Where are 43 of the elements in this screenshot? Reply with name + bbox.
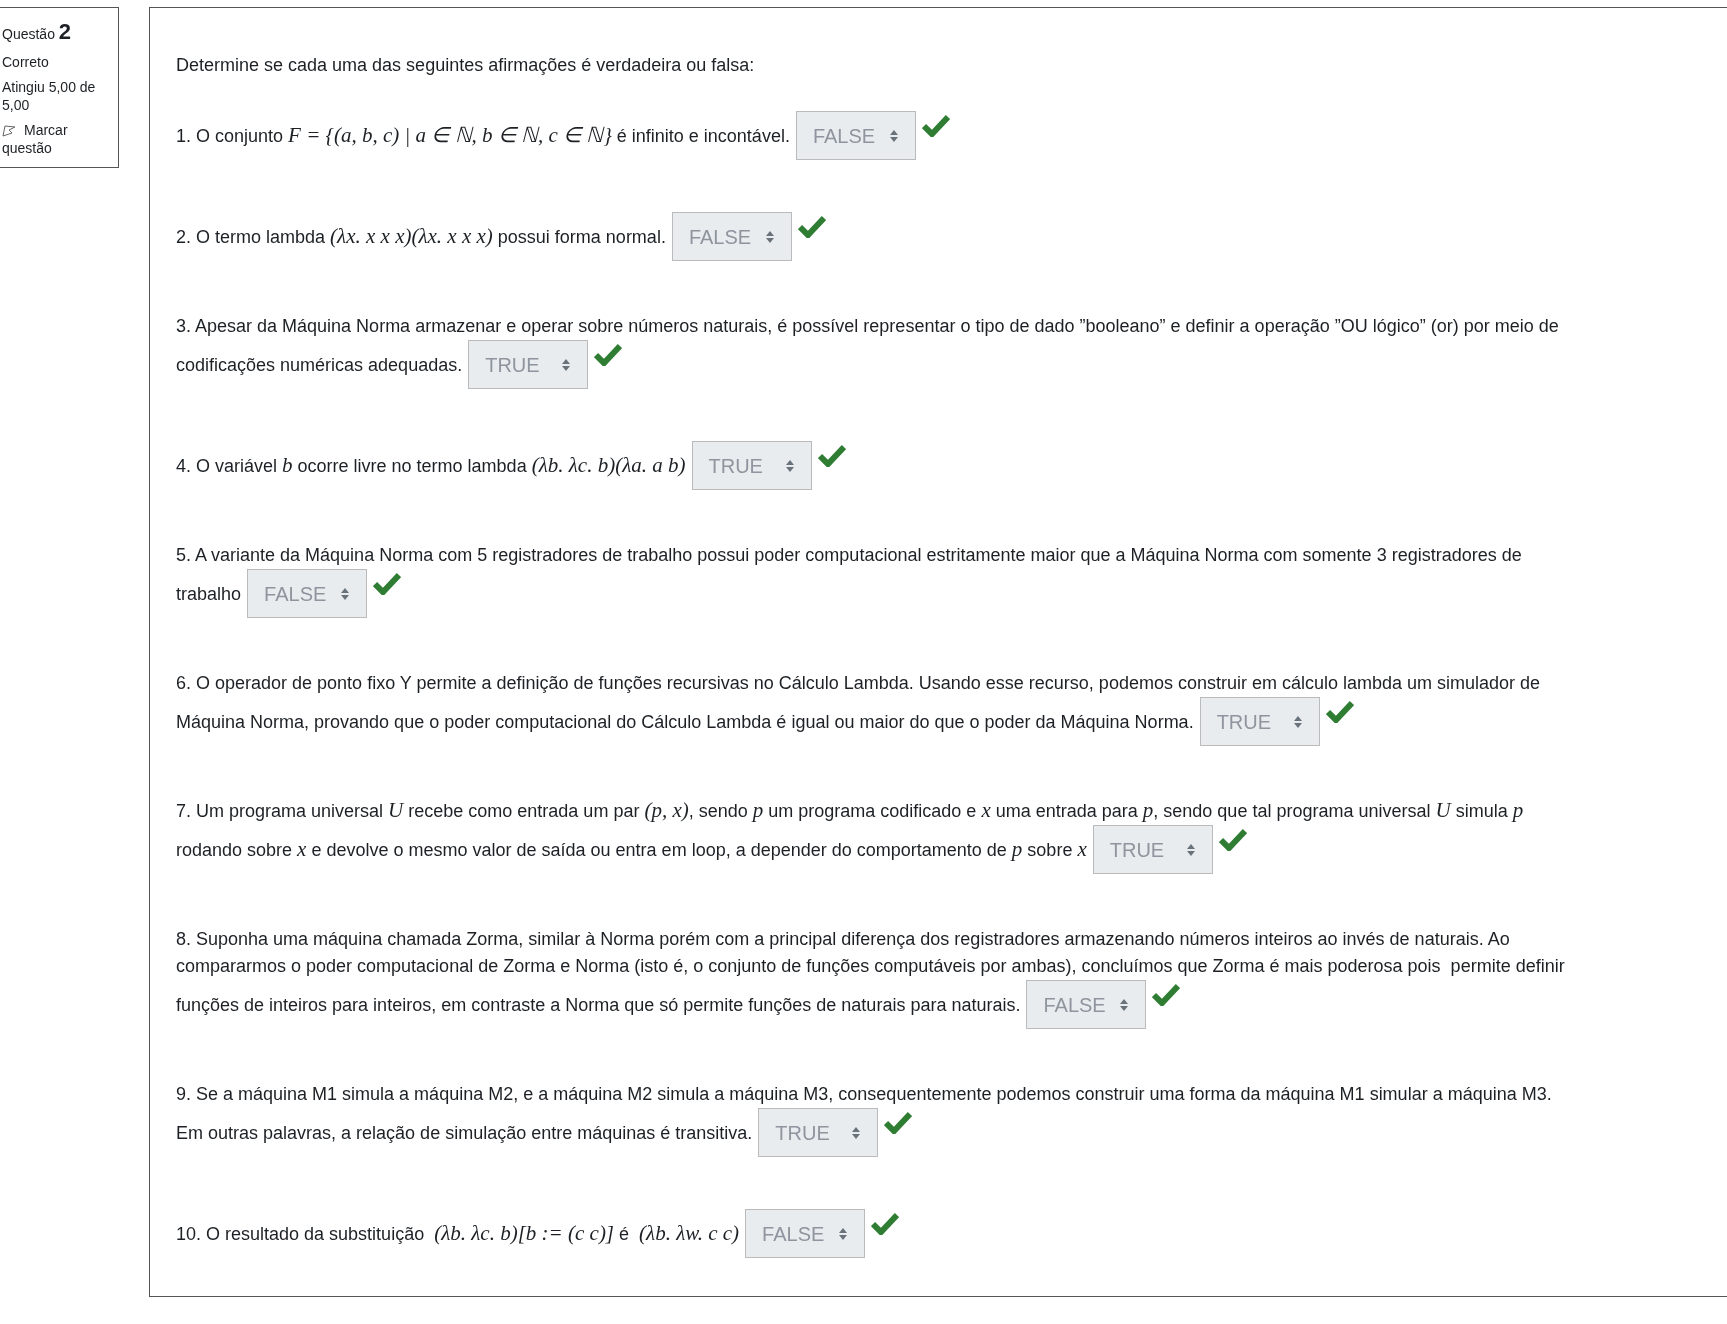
- statement-text: 1. O conjunto F = {(a, b, c) | a ∈ ℕ, b ∈ ℕ, c ∈ ℕ} é infinito e incontável.: [176, 123, 790, 148]
- statement-text: 3. Apesar da Máquina Norma armazenar e operar sobre números naturais, é possível representar o tipo de dado ”booleano” e definir a operação ”OU lógico” (or) por meio de: [176, 316, 1559, 336]
- statement-text: 9. Se a máquina M1 simula a máquina M2, e a máquina M2 simula a máquina M3, consequentemente podemos construir uma forma da máquina M1 simular a máquina M3.: [176, 1084, 1552, 1104]
- question-status: Correto: [2, 53, 50, 71]
- answer-select[interactable]: TRUE: [468, 340, 589, 389]
- statement-text: rodando sobre x e devolve o mesmo valor de saída ou entra em loop, a depender do comportamento de p sobre x: [176, 837, 1087, 862]
- statement-text: trabalho: [176, 582, 242, 606]
- statement-text: 5. A variante da Máquina Norma com 5 registradores de trabalho possui poder computacional estritamente maior que a Máquina Norma com somente 3 registradores de: [176, 545, 1522, 565]
- statement-text: Máquina Norma, provando que o poder computacional do Cálculo Lambda é igual ou maior do que o poder da Máquina Norma.: [176, 710, 1194, 734]
- answer-select[interactable]: FALSE: [671, 212, 792, 261]
- answer-select[interactable]: FALSE: [247, 569, 368, 618]
- question-number: Questão 2: [2, 18, 73, 46]
- select-arrows-icon: [851, 1125, 862, 1140]
- flag-question-link[interactable]: Marcar questão: [2, 122, 116, 157]
- select-arrows-icon: [838, 1226, 849, 1241]
- answer-select[interactable]: TRUE: [1199, 697, 1320, 746]
- question-instruction: Determine se cada uma das seguintes afirmações é verdadeira ou falsa:: [176, 54, 756, 77]
- select-arrows-icon: [1185, 842, 1196, 857]
- statement-text: funções de inteiros para inteiros, em contraste a Norma que só permite funções de naturais para naturais.: [176, 993, 1021, 1017]
- statement-text: codificações numéricas adequadas.: [176, 353, 463, 377]
- select-arrows-icon: [784, 458, 795, 473]
- statement-text: 8. Suponha uma máquina chamada Zorma, similar à Norma porém com a principal diferença dos registradores armazenando números inteiros ao invés de naturais. Ao: [176, 929, 1510, 949]
- statement-text: 7. Um programa universal U recebe como entrada um par (p, x), sendo p um programa codificado e x uma entrada para p, sendo que tal programa universal U simula p: [176, 801, 1524, 821]
- answer-select[interactable]: TRUE: [1092, 825, 1213, 874]
- answer-select[interactable]: TRUE: [691, 441, 812, 490]
- answer-select[interactable]: FALSE: [795, 111, 916, 160]
- answer-select[interactable]: FALSE: [745, 1209, 866, 1258]
- select-arrows-icon: [340, 586, 351, 601]
- answer-select[interactable]: FALSE: [1026, 980, 1147, 1029]
- answer-select[interactable]: TRUE: [758, 1108, 879, 1157]
- select-arrows-icon: [1119, 997, 1130, 1012]
- select-arrows-icon: [1292, 714, 1303, 729]
- statement-text: 4. O variável b ocorre livre no termo lambda (λb. λc. b)(λa. a b): [176, 453, 686, 478]
- flag-icon: [2, 125, 16, 138]
- statement-text: 2. O termo lambda (λx. x x x)(λx. x x x) possui forma normal.: [176, 224, 666, 249]
- select-arrows-icon: [764, 229, 775, 244]
- statement-text: 6. O operador de ponto fixo Y permite a definição de funções recursivas no Cálculo Lambda. Usando esse recurso, podemos construir em cálculo lambda um simulador de: [176, 673, 1541, 693]
- statement-text: 10. O resultado da substituição (λb. λc. b)[b := (c c)] é (λb. λw. c c): [176, 1221, 740, 1246]
- statement-text: compararmos o poder computacional de Zorma e Norma (isto é, o conjunto de funções computáveis por ambas), concluímos que Zorma é mais poderosa pois permite definir: [176, 956, 1565, 976]
- question-grade: Atingiu 5,00 de 5,00: [2, 79, 97, 114]
- select-arrows-icon: [561, 357, 572, 372]
- statement-text: Em outras palavras, a relação de simulação entre máquinas é transitiva.: [176, 1121, 753, 1145]
- select-arrows-icon: [888, 128, 899, 143]
